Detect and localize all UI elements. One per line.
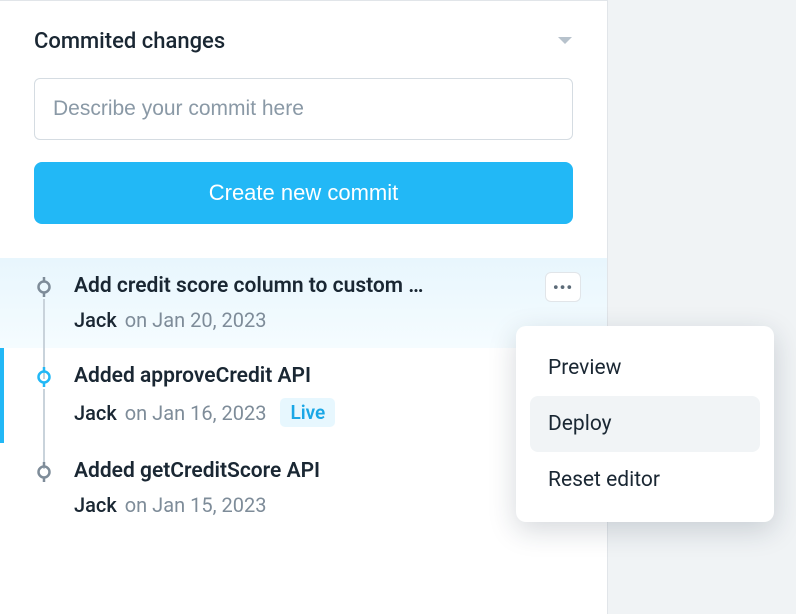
commit-node-icon — [34, 462, 54, 482]
commit-author: Jack — [74, 401, 117, 425]
create-button-wrap: Create new commit — [0, 140, 607, 224]
menu-item-preview[interactable]: Preview — [530, 340, 760, 396]
menu-item-deploy[interactable]: Deploy — [530, 396, 760, 452]
live-badge: Live — [280, 398, 335, 427]
commit-input-wrap — [0, 78, 607, 140]
commit-node-icon — [34, 277, 54, 297]
commit-message-input[interactable] — [34, 78, 573, 140]
commit-date: on Jan 20, 2023 — [125, 308, 267, 332]
commit-context-menu: Preview Deploy Reset editor — [516, 326, 774, 522]
more-icon: ••• — [553, 278, 573, 297]
commit-more-button[interactable]: ••• — [545, 272, 581, 302]
commit-meta: Jack on Jan 15, 2023 — [74, 493, 573, 517]
commit-title: Added approveCredit API — [74, 364, 573, 388]
commit-panel: Commited changes Create new commit — [0, 0, 608, 614]
commit-author: Jack — [74, 493, 117, 517]
menu-item-reset-editor[interactable]: Reset editor — [530, 452, 760, 508]
commit-title: Add credit score column to custom … — [74, 274, 573, 298]
commit-date: on Jan 15, 2023 — [125, 493, 267, 517]
commit-node-icon — [34, 367, 54, 387]
panel-header: Commited changes — [0, 1, 607, 78]
panel-title: Commited changes — [34, 29, 225, 54]
commit-meta: Jack on Jan 16, 2023 Live — [74, 398, 573, 427]
commit-title: Added getCreditScore API — [74, 459, 573, 483]
collapse-caret-icon[interactable] — [557, 34, 573, 50]
commit-date: on Jan 16, 2023 — [125, 401, 267, 425]
create-commit-button[interactable]: Create new commit — [34, 162, 573, 224]
commit-author: Jack — [74, 308, 117, 332]
commit-meta: Jack on Jan 20, 2023 — [74, 308, 573, 332]
